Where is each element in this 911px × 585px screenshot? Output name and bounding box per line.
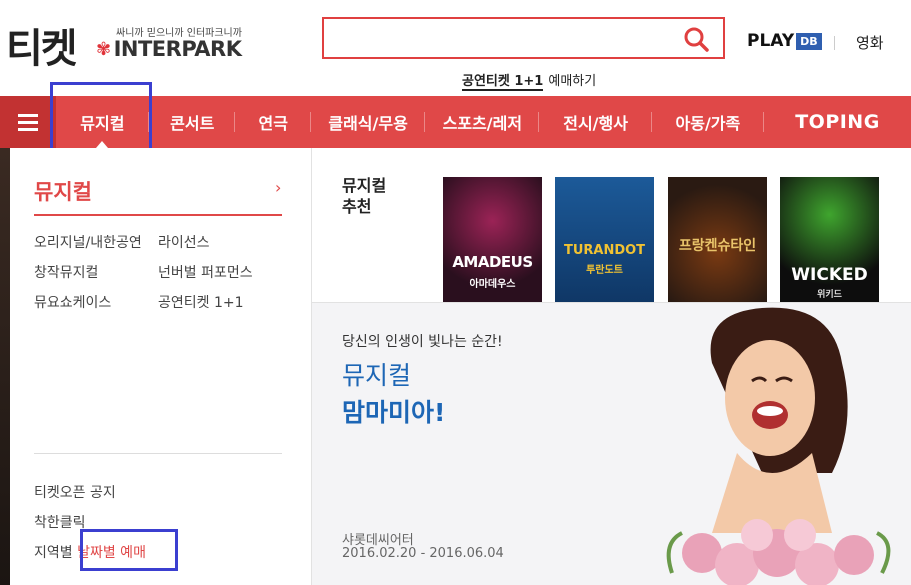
chevron-right-icon[interactable]: › (275, 178, 281, 197)
mamma-mia-illustration (642, 303, 911, 585)
nav-item-concert[interactable]: 콘서트 (149, 96, 236, 148)
poster-wicked[interactable]: WICKED 위키드 (780, 177, 879, 302)
sidebar-categories: 오리지널/내한공연 라이선스 창작뮤지컬 넌버벌 퍼포먼스 뮤요쇼케이스 공연티… (34, 232, 294, 312)
banner-title-genre: 뮤지컬 (342, 361, 412, 390)
poster-title: WICKED (791, 265, 868, 285)
menu-button[interactable] (0, 96, 56, 148)
header-divider (834, 36, 835, 50)
sidebar-divider (34, 453, 282, 454)
recommend-title-line2: 추천 (342, 197, 372, 216)
nav-item-exhibition[interactable]: 전시/행사 (539, 96, 653, 148)
poster-frankenstein[interactable]: 프랑켄슈타인 (668, 177, 767, 302)
promo-link[interactable]: 공연티켓 1+1 예매하기 (462, 70, 597, 91)
sidebar-item-creative[interactable]: 창작뮤지컬 (34, 262, 158, 282)
nav-item-kids[interactable]: 아동/가족 (652, 96, 765, 148)
banner-dates: 2016.02.20 - 2016.06.04 (342, 546, 504, 561)
promo-sub: 예매하기 (548, 74, 597, 89)
nav-item-sports[interactable]: 스포츠/레저 (425, 96, 540, 148)
nav-item-classic[interactable]: 클래식/무용 (311, 96, 426, 148)
poster-title: AMADEUS (452, 253, 533, 271)
poster-title: TURANDOT (563, 243, 646, 258)
logo-brand-text: INTERPARK (113, 37, 242, 61)
mamma-mia-banner[interactable]: 당신의 인생이 빛나는 순간! 뮤지컬 맘마미아! 샤롯데씨어터 2016.02… (312, 303, 911, 585)
sidebar-item-showcase[interactable]: 뮤요쇼케이스 (34, 292, 158, 312)
poster-turandot[interactable]: TURANDOT 투란도트 (555, 177, 654, 302)
interpark-ticket-page: 티켓 싸니까 믿으니까 인터파크니까 ✾ INTERPARK 공연티켓 1+1 예… (0, 0, 911, 585)
poster-amadeus[interactable]: AMADEUS 아마데우스 (443, 177, 542, 302)
sidebar-item-original[interactable]: 오리지널/내한공연 (34, 232, 158, 252)
highlight-box-musical (50, 82, 152, 158)
poster-title: 프랑켄슈타인 (678, 238, 757, 254)
poster-subtitle: 위키드 (817, 290, 842, 300)
interpark-logo[interactable]: ✾ INTERPARK (96, 37, 242, 61)
background-decoration (0, 148, 10, 585)
sidebar-item-license[interactable]: 라이선스 (158, 232, 294, 252)
sidebar-item-nonverbal[interactable]: 넌버벌 퍼포먼스 (158, 262, 294, 282)
recommend-title: 뮤지컬 추천 (342, 175, 386, 217)
sidebar-title-underline (34, 214, 282, 216)
musical-recommend-section: 뮤지컬 추천 AMADEUS 아마데우스 TURANDOT 투란도트 프랑켄슈타… (312, 148, 911, 303)
sidebar-title[interactable]: 뮤지컬 (34, 176, 92, 206)
playdb-db-badge: DB (796, 32, 822, 50)
playdb-link[interactable]: PLAY DB (747, 31, 822, 51)
nav-item-toping[interactable]: TOPING (764, 96, 911, 148)
banner-subtitle: 당신의 인생이 빛나는 순간! (342, 334, 503, 350)
promo-bold: 공연티켓 1+1 (462, 74, 544, 91)
search-input[interactable] (324, 19, 664, 57)
movie-link[interactable]: 영화 (856, 32, 884, 53)
search-box (322, 17, 725, 59)
hamburger-icon (17, 110, 38, 135)
highlight-box-date-booking (80, 529, 178, 571)
recommend-title-line1: 뮤지컬 (342, 176, 387, 195)
category-sidebar: 뮤지컬 › 오리지널/내한공연 라이선스 창작뮤지컬 넌버벌 퍼포먼스 뮤요쇼케… (10, 148, 312, 585)
sidebar-item-ticket-1plus1[interactable]: 공연티켓 1+1 (158, 292, 294, 312)
nav-item-play[interactable]: 연극 (235, 96, 311, 148)
logo-ticket[interactable]: 티켓 (6, 16, 78, 74)
region-booking-link[interactable]: 지역별 (34, 545, 73, 561)
poster-subtitle: 투란도트 (586, 265, 623, 276)
playdb-play-text: PLAY (747, 31, 795, 51)
flower-icon: ✾ (96, 38, 111, 60)
poster-subtitle: 아마데우스 (469, 279, 516, 290)
search-icon[interactable] (683, 26, 709, 52)
ticket-open-link[interactable]: 티켓오픈 공지 (34, 478, 146, 508)
banner-title-show: 맘마미아! (342, 398, 446, 427)
